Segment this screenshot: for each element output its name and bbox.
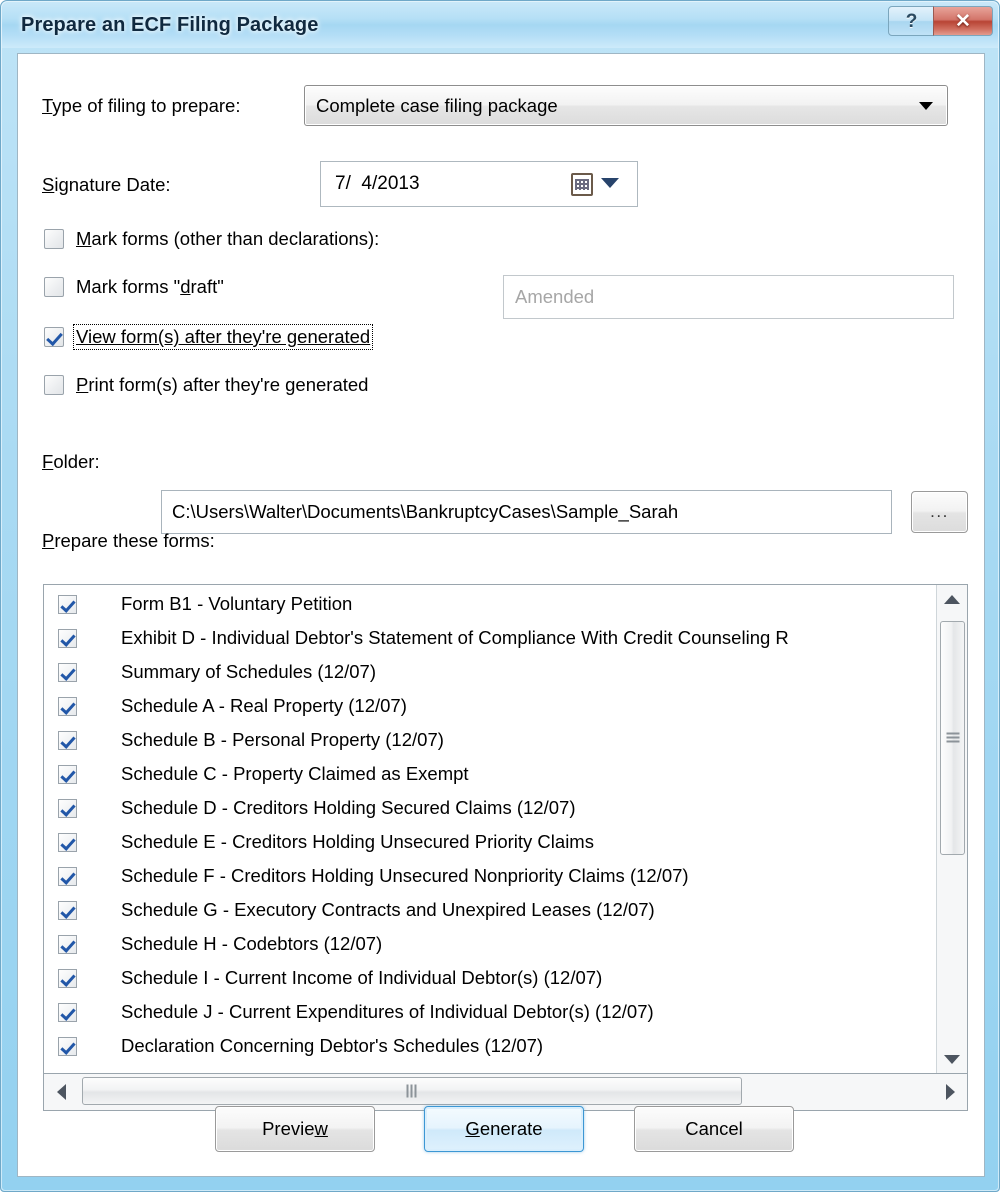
checkbox-label: Print form(s) after they're generated: [76, 374, 369, 395]
list-item-label: Schedule J - Current Expenditures of Ind…: [121, 1001, 654, 1022]
list-item-label: Schedule A - Real Property (12/07): [121, 695, 407, 716]
grip-icon: [946, 732, 959, 744]
list-item[interactable]: Declaration Concerning Debtor's Schedule…: [44, 1029, 934, 1063]
list-item-label: Summary of Schedules (12/07): [121, 661, 377, 682]
date-dropdown-arrow-icon[interactable]: [601, 178, 619, 188]
checkbox-box[interactable]: [44, 277, 64, 297]
grip-icon: [406, 1084, 418, 1098]
signature-date-label: Signature Date:: [42, 174, 171, 195]
list-item-label: Exhibit D - Individual Debtor's Statemen…: [121, 627, 789, 648]
list-item[interactable]: Schedule A - Real Property (12/07): [44, 689, 934, 723]
folder-path-value: C:\Users\Walter\Documents\BankruptcyCase…: [172, 501, 679, 522]
list-item-checkbox[interactable]: [58, 764, 77, 784]
list-item-label: Schedule I - Current Income of Individua…: [121, 967, 603, 988]
list-item-checkbox[interactable]: [58, 832, 77, 852]
list-item-checkbox[interactable]: [58, 866, 77, 886]
question-mark-icon: ?: [905, 10, 918, 32]
list-item-checkbox[interactable]: [58, 730, 77, 750]
browse-folder-button[interactable]: ...: [911, 491, 968, 533]
list-item[interactable]: Schedule B - Personal Property (12/07): [44, 723, 934, 757]
title-bar[interactable]: Prepare an ECF Filing Package ? ✕: [2, 2, 998, 48]
list-item-label: Schedule B - Personal Property (12/07): [121, 729, 444, 750]
focus-ring: View form(s) after they're generated: [73, 324, 374, 350]
filing-type-value: Complete case filing package: [316, 95, 558, 116]
forms-list-label: Prepare these forms:: [42, 530, 215, 551]
checkbox-box[interactable]: [44, 375, 64, 395]
checkbox-label: View form(s) after they're generated: [76, 326, 371, 347]
scroll-left-button[interactable]: [44, 1074, 78, 1110]
filing-type-select[interactable]: Complete case filing package: [304, 85, 948, 126]
vertical-scroll-thumb[interactable]: [940, 621, 965, 855]
triangle-left-icon: [56, 1084, 66, 1100]
help-button[interactable]: ?: [888, 6, 935, 36]
list-item[interactable]: Schedule J - Current Expenditures of Ind…: [44, 995, 934, 1029]
list-item-label: Form B1 - Voluntary Petition: [121, 593, 353, 614]
list-item-checkbox[interactable]: [58, 1036, 77, 1056]
scroll-down-button[interactable]: [937, 1045, 967, 1073]
forms-checklist-items: Form B1 - Voluntary Petition Exhibit D - …: [44, 587, 934, 1063]
close-icon: ✕: [955, 10, 971, 32]
horizontal-scroll-thumb[interactable]: [82, 1077, 742, 1105]
list-item-checkbox[interactable]: [58, 662, 77, 682]
scroll-up-button[interactable]: [937, 585, 967, 613]
checkbox-view-forms[interactable]: View form(s) after they're generated: [44, 324, 374, 350]
list-item-label: Schedule F - Creditors Holding Unsecured…: [121, 865, 689, 886]
scroll-right-button[interactable]: [933, 1074, 967, 1110]
list-item[interactable]: Schedule D - Creditors Holding Secured C…: [44, 791, 934, 825]
close-button[interactable]: ✕: [933, 6, 993, 36]
list-item-checkbox[interactable]: [58, 798, 77, 818]
generate-button[interactable]: Generate: [424, 1106, 584, 1152]
list-item-label: Schedule H - Codebtors (12/07): [121, 933, 383, 954]
triangle-right-icon: [945, 1084, 955, 1100]
list-item[interactable]: Schedule H - Codebtors (12/07): [44, 927, 934, 961]
triangle-up-icon: [944, 594, 960, 604]
cancel-button[interactable]: Cancel: [634, 1106, 794, 1152]
checkbox-mark-forms-other[interactable]: Mark forms (other than declarations):: [44, 228, 379, 250]
amended-placeholder: Amended: [515, 286, 595, 307]
checkbox-label: Mark forms "draft": [76, 276, 224, 297]
list-item[interactable]: Schedule C - Property Claimed as Exempt: [44, 757, 934, 791]
list-item[interactable]: Schedule E - Creditors Holding Unsecured…: [44, 825, 934, 859]
checkbox-box[interactable]: [44, 229, 64, 249]
list-item[interactable]: Schedule F - Creditors Holding Unsecured…: [44, 859, 934, 893]
list-item[interactable]: Schedule G - Executory Contracts and Une…: [44, 893, 934, 927]
list-item-label: Schedule E - Creditors Holding Unsecured…: [121, 831, 594, 852]
list-item-checkbox[interactable]: [58, 968, 77, 988]
list-item-checkbox[interactable]: [58, 900, 77, 920]
checkbox-mark-forms-draft[interactable]: Mark forms "draft": [44, 276, 224, 298]
list-item-label: Schedule D - Creditors Holding Secured C…: [121, 797, 576, 818]
folder-path-input[interactable]: C:\Users\Walter\Documents\BankruptcyCase…: [161, 490, 892, 534]
chevron-down-icon: [919, 102, 933, 110]
vertical-scrollbar[interactable]: [936, 585, 967, 1073]
list-item-checkbox[interactable]: [58, 628, 77, 648]
signature-date-value: 7/ 4/2013: [335, 173, 420, 194]
checkbox-box[interactable]: [44, 327, 64, 347]
list-item[interactable]: Summary of Schedules (12/07): [44, 655, 934, 689]
list-item-label: Schedule C - Property Claimed as Exempt: [121, 763, 469, 784]
list-item[interactable]: Form B1 - Voluntary Petition: [44, 587, 934, 621]
window-title: Prepare an ECF Filing Package: [21, 14, 319, 36]
list-item-checkbox[interactable]: [58, 934, 77, 954]
amended-text-input[interactable]: Amended: [503, 275, 954, 319]
checkbox-print-forms[interactable]: Print form(s) after they're generated: [44, 374, 368, 396]
list-item-checkbox[interactable]: [58, 594, 77, 614]
dialog-body: Type of filing to prepare: Complete case…: [17, 53, 985, 1177]
folder-label: Folder:: [42, 451, 100, 472]
list-item-label: Declaration Concerning Debtor's Schedule…: [121, 1035, 544, 1056]
list-item-checkbox[interactable]: [58, 1002, 77, 1022]
list-item[interactable]: Exhibit D - Individual Debtor's Statemen…: [44, 621, 934, 655]
preview-button[interactable]: Previe w: [215, 1106, 375, 1152]
triangle-down-icon: [944, 1054, 960, 1064]
dialog-window: Prepare an ECF Filing Package ? ✕ Type o…: [0, 0, 1000, 1192]
list-item-label: Schedule G - Executory Contracts and Une…: [121, 899, 655, 920]
list-item[interactable]: Schedule I - Current Income of Individua…: [44, 961, 934, 995]
signature-date-input[interactable]: 7/ 4/2013: [320, 161, 638, 207]
checkbox-label: Mark forms (other than declarations):: [76, 228, 380, 249]
calendar-icon[interactable]: [571, 173, 593, 196]
list-item-checkbox[interactable]: [58, 696, 77, 716]
forms-checklist[interactable]: Form B1 - Voluntary Petition Exhibit D - …: [43, 584, 968, 1074]
filing-type-label: Type of filing to prepare:: [42, 95, 241, 116]
